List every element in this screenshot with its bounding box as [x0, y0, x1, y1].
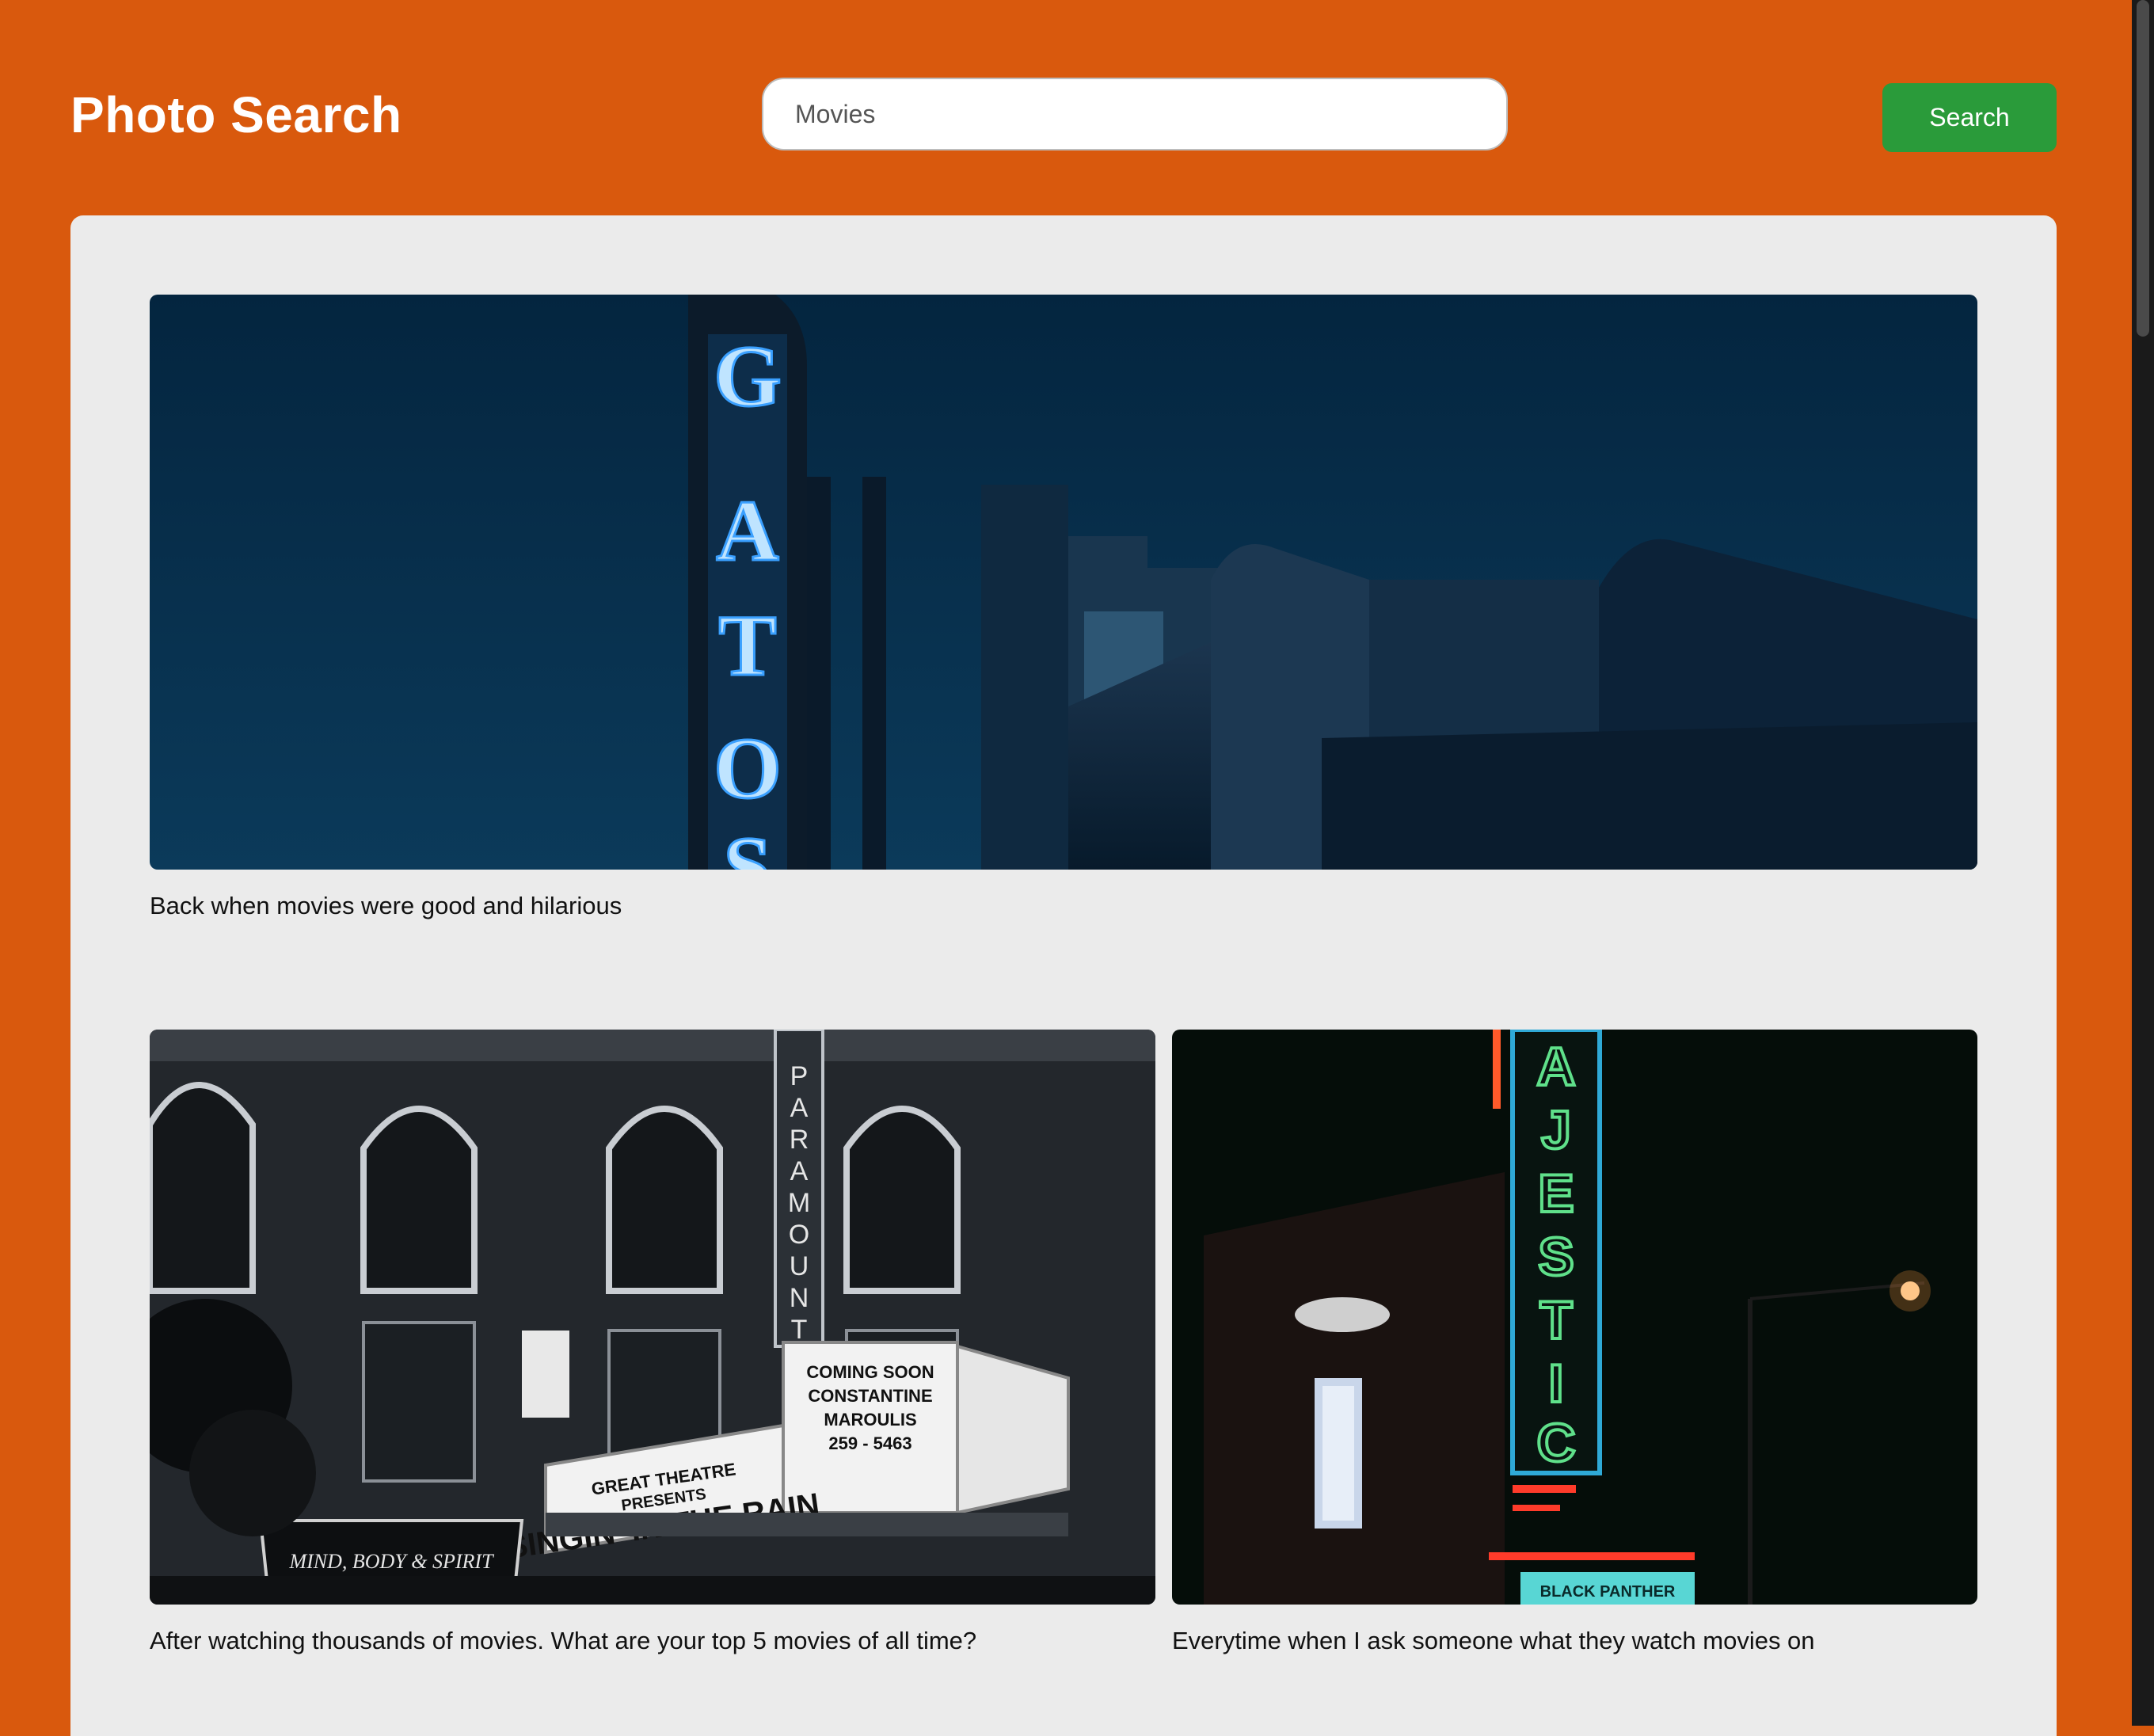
svg-text:A: A — [790, 1093, 809, 1123]
svg-text:R: R — [790, 1125, 809, 1155]
svg-text:P: P — [790, 1061, 809, 1091]
svg-text:A: A — [716, 482, 778, 579]
svg-text:C: C — [1536, 1413, 1575, 1473]
photo-image[interactable]: P A R A M O U N T GREAT THEATRE PRESENTS… — [150, 1030, 1155, 1605]
page-title: Photo Search — [70, 86, 402, 143]
svg-text:I: I — [1549, 1353, 1564, 1414]
svg-text:COMING SOON: COMING SOON — [806, 1362, 934, 1382]
search-input[interactable] — [762, 78, 1508, 150]
photo-caption: Back when movies were good and hilarious — [150, 892, 622, 919]
photo-card: G A T O S Back when movies were good and… — [150, 295, 1977, 944]
svg-text:S: S — [1538, 1227, 1574, 1287]
svg-text:CONSTANTINE: CONSTANTINE — [808, 1386, 932, 1406]
svg-text:259 - 5463: 259 - 5463 — [828, 1433, 911, 1453]
svg-text:MAROULIS: MAROULIS — [824, 1410, 916, 1430]
svg-text:N: N — [790, 1283, 809, 1313]
photo-image[interactable]: A J E S T I C BLACK PANTHER — [1172, 1030, 1977, 1605]
scrollbar[interactable] — [2132, 0, 2154, 1726]
svg-text:S: S — [723, 819, 771, 870]
svg-text:T: T — [791, 1315, 808, 1345]
svg-text:MIND, BODY & SPIRIT: MIND, BODY & SPIRIT — [288, 1550, 494, 1573]
svg-text:O: O — [789, 1220, 809, 1250]
photo-card: A J E S T I C BLACK PANTHER Everytime wh… — [1172, 1030, 1977, 1679]
search-button[interactable]: Search — [1882, 83, 2057, 152]
svg-text:E: E — [1538, 1163, 1574, 1224]
svg-text:U: U — [790, 1251, 809, 1281]
svg-text:O: O — [714, 720, 782, 817]
photo-card: P A R A M O U N T GREAT THEATRE PRESENTS… — [150, 1030, 1155, 1679]
svg-text:G: G — [714, 328, 782, 424]
svg-text:A: A — [1536, 1037, 1575, 1097]
svg-text:BLACK PANTHER: BLACK PANTHER — [1540, 1583, 1676, 1601]
results-panel: G A T O S Back when movies were good and… — [70, 215, 2057, 1736]
scrollbar-thumb[interactable] — [2137, 0, 2149, 337]
photo-image[interactable]: G A T O S — [150, 295, 1977, 870]
photo-caption: After watching thousands of movies. What… — [150, 1627, 977, 1654]
svg-text:J: J — [1541, 1100, 1571, 1160]
svg-text:M: M — [788, 1188, 810, 1218]
photo-caption: Everytime when I ask someone what they w… — [1172, 1627, 1815, 1654]
app-header: Photo Search Search — [0, 0, 2132, 215]
svg-text:T: T — [1539, 1290, 1573, 1350]
svg-text:T: T — [718, 597, 776, 694]
svg-text:A: A — [790, 1156, 809, 1186]
